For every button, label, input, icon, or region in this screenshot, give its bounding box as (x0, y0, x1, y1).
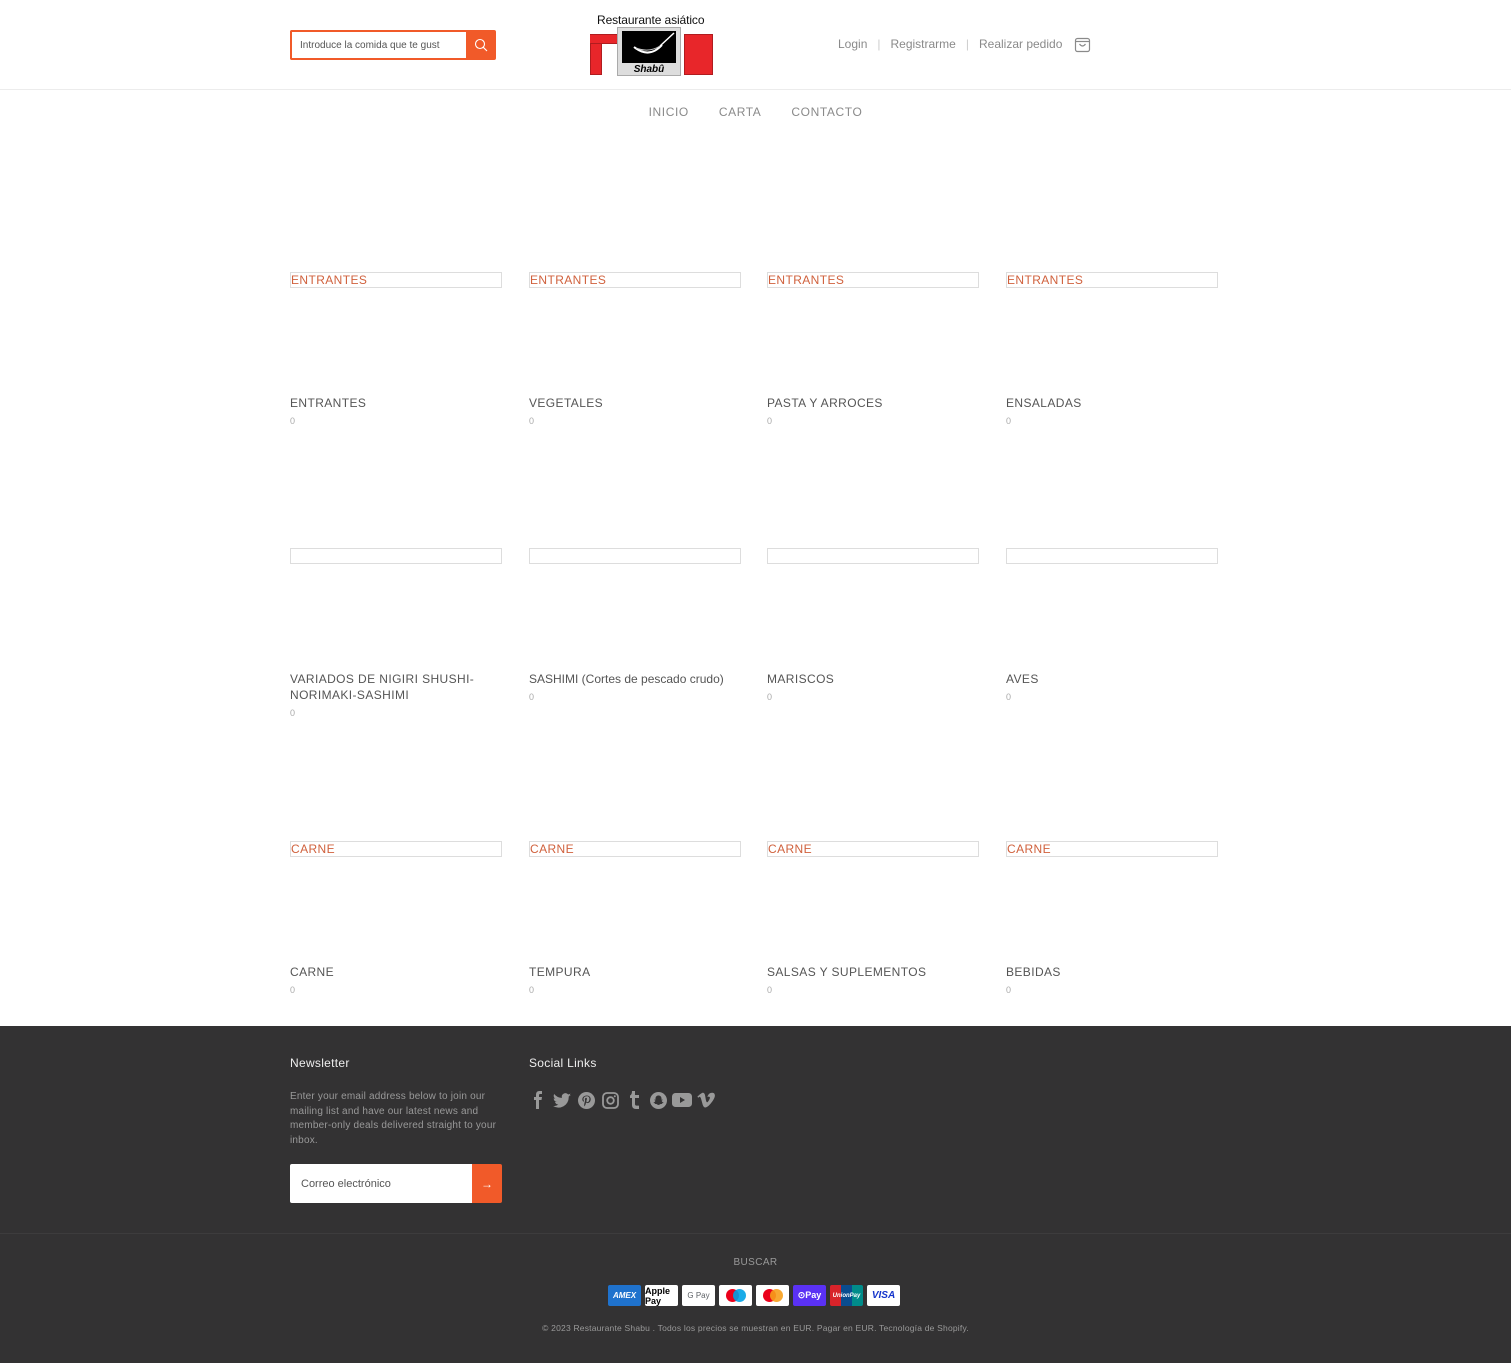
maestro-icon (719, 1285, 752, 1306)
logo-brand: Shabû (633, 64, 665, 75)
newsletter-text: Enter your email address below to join o… (290, 1091, 497, 1146)
collection-title[interactable]: CARNE (290, 964, 502, 980)
collection-count: 0 (1006, 416, 1012, 426)
visa-icon: VISA (867, 1285, 900, 1306)
nav-contacto[interactable]: CONTACTO (791, 105, 862, 119)
subscribe-button[interactable]: → (472, 1164, 502, 1203)
collection-banner: CARNE (529, 841, 741, 857)
search-input[interactable] (290, 30, 466, 60)
logo-bar-right (684, 34, 713, 75)
instagram-icon[interactable] (600, 1090, 620, 1110)
place-order-link[interactable]: Realizar pedido (979, 37, 1062, 51)
email-input[interactable] (290, 1164, 472, 1203)
nav-carta[interactable]: CARTA (719, 105, 762, 119)
facebook-icon[interactable] (528, 1090, 548, 1110)
mastercard-icon (756, 1285, 789, 1306)
shop-pay-icon: ⊙Pay (793, 1285, 826, 1306)
cart-button[interactable] (1074, 36, 1091, 53)
collection-title[interactable]: SASHIMI (Cortes de pescado crudo) (529, 671, 741, 687)
collection-title[interactable]: PASTA Y ARROCES (767, 395, 979, 411)
collection-title[interactable]: ENTRANTES (290, 395, 502, 411)
collection-title[interactable]: VARIADOS DE NIGIRI SHUSHI-NORIMAKI-SASHI… (290, 671, 480, 703)
collection-banner (767, 548, 979, 564)
logo-tagline: Restaurante asiático (597, 13, 705, 27)
account-links: Login | Registrarme | Realizar pedido (838, 37, 1062, 51)
newsletter-heading: Newsletter (290, 1056, 350, 1070)
logo[interactable]: Restaurante asiático Shabû (588, 12, 716, 78)
collection-banner (529, 548, 741, 564)
collection-title[interactable]: VEGETALES (529, 395, 741, 411)
collection-count: 0 (290, 708, 296, 718)
apple-pay-icon: Apple Pay (645, 1285, 678, 1306)
collection-count: 0 (529, 692, 535, 702)
collection-title[interactable]: MARISCOS (767, 671, 979, 687)
collection-title[interactable]: SALSAS Y SUPLEMENTOS (767, 964, 979, 980)
site-header: Restaurante asiático Shabû Login | Regis… (0, 0, 1511, 90)
unionpay-icon: UnionPay (830, 1285, 863, 1306)
search-icon (474, 38, 488, 52)
shopping-bag-icon (1074, 37, 1091, 53)
collection-title[interactable]: AVES (1006, 671, 1218, 687)
collection-count: 0 (767, 692, 773, 702)
collection-banner: ENTRANTES (529, 272, 741, 288)
collection-count: 0 (290, 985, 296, 995)
collection-grid: ENTRANTES ENTRANTES 0 ENTRANTES VEGETALE… (0, 134, 1511, 1026)
collection-banner (290, 548, 502, 564)
collection-title[interactable]: TEMPURA (529, 964, 741, 980)
amex-icon: AMEX (608, 1285, 641, 1306)
logo-bar-left-top (590, 34, 618, 44)
collection-count: 0 (767, 985, 773, 995)
main-nav: INICIO CARTA CONTACTO (0, 90, 1511, 134)
payment-icons: AMEX Apple Pay G Pay ⊙Pay UnionPay VISA (608, 1285, 900, 1306)
nav-inicio[interactable]: INICIO (649, 105, 689, 119)
collection-banner: CARNE (290, 841, 502, 857)
register-link[interactable]: Registrarme (891, 37, 956, 51)
collection-count: 0 (529, 416, 535, 426)
footer-search-link: BUSCAR (0, 1257, 1511, 1268)
twitter-icon[interactable] (552, 1090, 572, 1110)
collection-banner: ENTRANTES (290, 272, 502, 288)
buscar-link[interactable]: BUSCAR (733, 1257, 777, 1268)
collection-title[interactable]: BEBIDAS (1006, 964, 1218, 980)
collection-count: 0 (1006, 692, 1012, 702)
vimeo-icon[interactable] (696, 1090, 716, 1110)
collection-banner: CARNE (1006, 841, 1218, 857)
google-pay-icon: G Pay (682, 1285, 715, 1306)
divider: | (877, 37, 881, 51)
collection-banner: CARNE (767, 841, 979, 857)
youtube-icon[interactable] (672, 1090, 692, 1110)
footer: Newsletter Enter your email address belo… (0, 1026, 1511, 1233)
collection-count: 0 (767, 416, 773, 426)
collection-title[interactable]: ENSALADAS (1006, 395, 1218, 411)
search-form (290, 30, 496, 60)
login-link[interactable]: Login (838, 37, 867, 51)
logo-emblem: Shabû (617, 27, 681, 76)
collection-count: 0 (529, 985, 535, 995)
collection-count: 0 (290, 416, 296, 426)
social-links (528, 1090, 716, 1110)
newsletter-form: → (290, 1164, 502, 1203)
apple-pay-label: Apple Pay (645, 1285, 671, 1306)
snapchat-icon[interactable] (648, 1090, 668, 1110)
collection-banner: ENTRANTES (767, 272, 979, 288)
search-button[interactable] (466, 30, 496, 60)
copyright: © 2023 Restaurante Shabu . Todos los pre… (542, 1323, 969, 1333)
logo-bowl-panel (622, 31, 676, 63)
pinterest-icon[interactable] (576, 1090, 596, 1110)
collection-banner: ENTRANTES (1006, 272, 1218, 288)
collection-count: 0 (1006, 985, 1012, 995)
footer-bottom: BUSCAR AMEX Apple Pay G Pay ⊙Pay UnionPa… (0, 1233, 1511, 1363)
collection-banner (1006, 548, 1218, 564)
tumblr-icon[interactable] (624, 1090, 644, 1110)
divider: | (965, 37, 969, 51)
spoon-icon (633, 32, 675, 54)
social-heading: Social Links (529, 1056, 597, 1070)
